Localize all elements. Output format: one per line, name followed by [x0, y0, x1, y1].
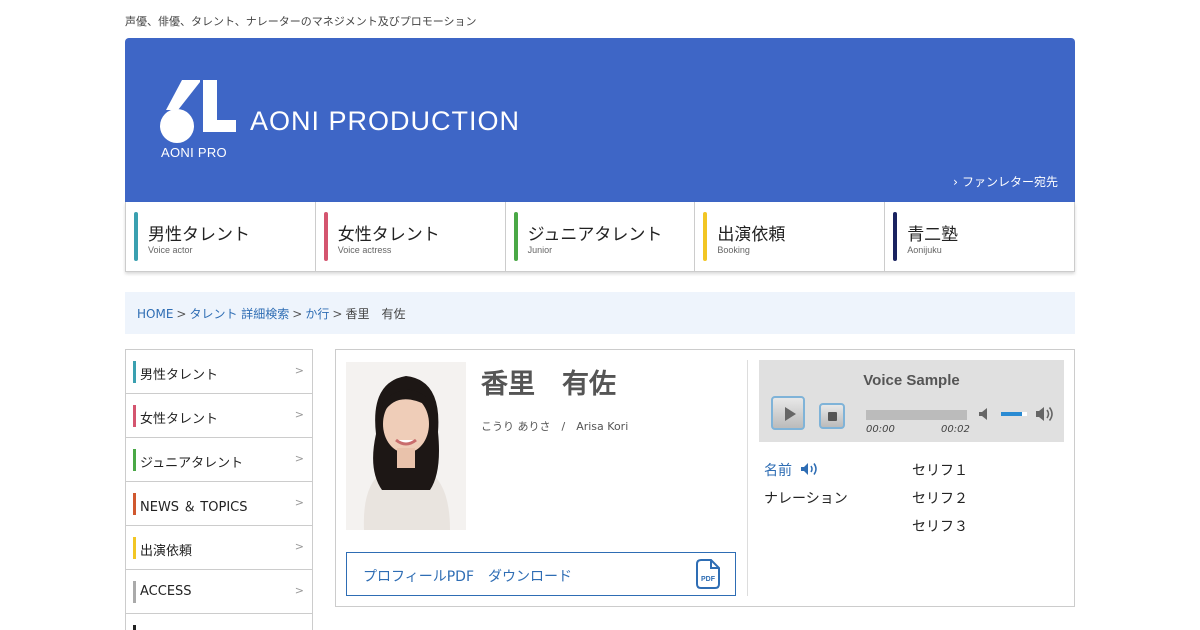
fanletter-link[interactable]: › ファンレター宛先: [953, 173, 1058, 190]
logo-subtitle: AONI PRO: [161, 145, 227, 160]
mute-icon[interactable]: [977, 406, 993, 422]
volume-level: [1001, 412, 1022, 416]
nav-color-bar: [513, 212, 518, 261]
pdf-file-icon: PDF: [696, 559, 720, 589]
nav-color-bar: [893, 212, 898, 261]
sample-category-label: 名前: [764, 463, 792, 479]
nav-label: 青二塾: [907, 225, 959, 245]
nav-sublabel: Booking: [717, 245, 750, 255]
side-color-bar: [133, 405, 136, 427]
side-item-booking[interactable]: 出演依頼 >: [126, 526, 312, 570]
pdf-icon-text: PDF: [701, 576, 716, 583]
side-color-bar: [133, 361, 136, 383]
fanletter-label: ファンレター宛先: [961, 175, 1058, 189]
nav-female-talent[interactable]: 女性タレント Voice actress: [316, 202, 506, 271]
site-header: AONI PRO AONI PRODUCTION › ファンレター宛先: [125, 38, 1075, 202]
nav-sublabel: Voice actress: [337, 245, 392, 255]
side-item-label: ACCESS: [140, 584, 192, 599]
stop-button[interactable]: [819, 403, 845, 429]
volume-slider[interactable]: [1001, 412, 1027, 416]
side-item-male-talent[interactable]: 男性タレント >: [126, 350, 312, 394]
nav-label: 女性タレント: [337, 225, 440, 245]
site-tagline: 声優、俳優、タレント、ナレーターのマネジメント及びプロモーション: [125, 15, 477, 28]
breadcrumb-separator: >: [332, 307, 343, 321]
chevron-right-icon: ›: [953, 175, 958, 189]
chevron-right-icon: >: [294, 584, 304, 597]
speaker-icon: [801, 463, 818, 475]
side-item-label: ジュニアタレント: [140, 456, 244, 471]
side-item-female-talent[interactable]: 女性タレント >: [126, 394, 312, 438]
nav-color-bar: [323, 212, 328, 261]
breadcrumb-home[interactable]: HOME: [137, 307, 173, 321]
volume-max-icon[interactable]: [1035, 405, 1055, 423]
sample-line[interactable]: セリフ２: [912, 488, 968, 508]
nav-junior-talent[interactable]: ジュニアタレント Junior: [506, 202, 696, 271]
column-divider: [747, 360, 748, 596]
play-button[interactable]: [771, 396, 805, 430]
nav-label: 出演依頼: [717, 225, 786, 245]
profile-pdf-download-button[interactable]: プロフィールPDF ダウンロード PDF: [346, 552, 736, 596]
side-color-bar: [133, 493, 136, 515]
chevron-right-icon: >: [294, 364, 304, 377]
nav-aonijuku[interactable]: 青二塾 Aonijuku: [885, 202, 1074, 271]
side-item-label: 女性タレント: [140, 412, 219, 427]
talent-profile: 香里 有佐 こうり ありさ / Arisa Kori プロフィールPDF ダウン…: [335, 349, 1075, 607]
nav-label: 男性タレント: [148, 225, 250, 245]
duration-time: 00:02: [941, 424, 970, 435]
nav-male-talent[interactable]: 男性タレント Voice actor: [126, 202, 316, 271]
chevron-right-icon: >: [294, 452, 304, 465]
side-nav: 男性タレント > 女性タレント > ジュニアタレント > NEWS ＆ TOPI…: [125, 349, 313, 630]
side-item-junior-talent[interactable]: ジュニアタレント >: [126, 438, 312, 482]
nav-sublabel: Voice actor: [148, 245, 193, 255]
side-color-bar: [133, 625, 136, 630]
pdf-button-label: プロフィールPDF ダウンロード: [363, 569, 572, 585]
nav-sublabel: Aonijuku: [907, 245, 942, 255]
voice-sample-player: Voice Sample 00:00 00:02: [759, 360, 1064, 442]
talent-name: 香里 有佐: [481, 369, 616, 400]
seek-bar[interactable]: [866, 410, 967, 420]
side-color-bar: [133, 581, 136, 603]
side-item-news[interactable]: NEWS ＆ TOPICS >: [126, 482, 312, 526]
talent-kana: こうり ありさ / Arisa Kori: [481, 420, 629, 433]
breadcrumb-row[interactable]: か行: [305, 307, 329, 321]
talent-photo: [346, 362, 466, 530]
nav-sublabel: Junior: [527, 245, 553, 255]
player-title: Voice Sample: [863, 372, 960, 389]
breadcrumb-current: 香里 有佐: [345, 307, 406, 321]
sample-category-narration[interactable]: ナレーション: [764, 488, 848, 508]
breadcrumb-search[interactable]: タレント 詳細検索: [189, 307, 289, 321]
nav-color-bar: [134, 212, 138, 261]
breadcrumb-separator: >: [292, 307, 303, 321]
side-color-bar: [133, 449, 136, 471]
sample-line[interactable]: セリフ３: [912, 516, 968, 536]
global-nav: 男性タレント Voice actor 女性タレント Voice actress …: [125, 202, 1075, 272]
logo-wordmark[interactable]: AONI PRODUCTION: [250, 106, 520, 137]
nav-color-bar: [703, 212, 708, 261]
sample-line[interactable]: セリフ１: [912, 460, 968, 480]
chevron-right-icon: >: [294, 496, 304, 509]
sample-category-name[interactable]: 名前: [764, 460, 822, 480]
chevron-right-icon: >: [294, 408, 304, 421]
side-item-label: 男性タレント: [140, 368, 219, 383]
side-item-next[interactable]: [126, 614, 312, 630]
breadcrumb-separator: >: [176, 307, 187, 321]
current-time: 00:00: [866, 424, 895, 435]
nav-booking[interactable]: 出演依頼 Booking: [695, 202, 886, 271]
side-item-access[interactable]: ACCESS >: [126, 570, 312, 614]
side-item-label: NEWS ＆ TOPICS: [140, 500, 248, 515]
side-item-label: 出演依頼: [140, 544, 193, 559]
side-color-bar: [133, 537, 136, 559]
breadcrumb: HOME > タレント 詳細検索 > か行 > 香里 有佐: [125, 292, 1075, 334]
nav-label: ジュニアタレント: [527, 225, 663, 245]
chevron-right-icon: >: [294, 540, 304, 553]
